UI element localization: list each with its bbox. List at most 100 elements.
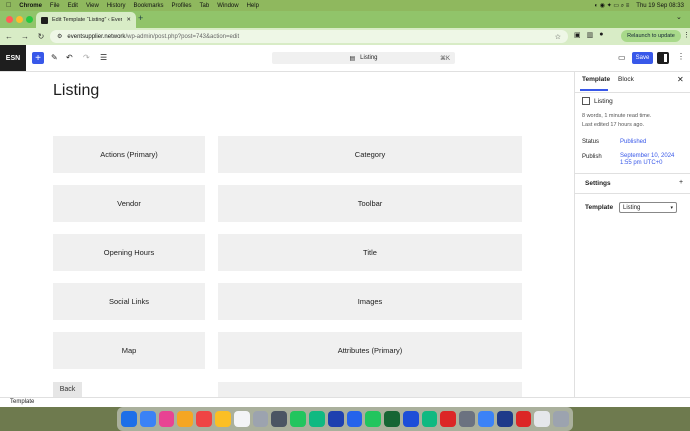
menubar-clock[interactable]: Thu 19 Sep 08:33 xyxy=(636,3,684,9)
block-attributes-primary[interactable]: Attributes (Primary) xyxy=(218,332,522,369)
bookmark-star-icon[interactable]: ☆ xyxy=(555,33,561,41)
url-host: eventsupplier.network xyxy=(67,33,126,40)
menu-file[interactable]: File xyxy=(50,3,60,9)
block-category[interactable]: Category xyxy=(218,136,522,173)
wordpress-favicon-icon xyxy=(41,16,48,24)
block-title[interactable]: Title xyxy=(218,234,522,271)
status-label: Status xyxy=(582,139,600,145)
settings-panel-title[interactable]: Settings xyxy=(585,180,611,187)
tab-search-chevron-icon[interactable]: ⌄ xyxy=(676,13,682,21)
dock-app-icon[interactable] xyxy=(534,411,551,427)
menu-tab[interactable]: Tab xyxy=(200,3,210,9)
list-view-icon[interactable]: ☰ xyxy=(100,53,107,62)
forward-arrow-icon[interactable]: → xyxy=(21,32,29,41)
command-palette-bar[interactable]: ▤ Listing ⌘K xyxy=(272,52,455,64)
site-info-icon[interactable]: ⚙ xyxy=(57,33,62,40)
dock-app-icon[interactable] xyxy=(346,411,363,427)
template-select-label: Template xyxy=(585,204,614,211)
dock-app-icon[interactable] xyxy=(478,411,494,427)
block-opening-hours[interactable]: Opening Hours xyxy=(53,234,205,271)
pencil-tools-icon[interactable]: ✎ xyxy=(51,53,58,62)
preview-device-icon[interactable]: ▭ xyxy=(618,53,626,62)
template-document-icon: ▤ xyxy=(349,55,356,62)
dock-app-icon[interactable] xyxy=(139,411,156,427)
dock-app-icon[interactable] xyxy=(308,411,325,427)
dock-app-icon[interactable] xyxy=(196,411,212,427)
close-tab-icon[interactable]: ✕ xyxy=(126,17,131,23)
status-value[interactable]: Published xyxy=(620,139,646,145)
dock-app-icon[interactable] xyxy=(327,411,344,427)
sidepanel-icon[interactable]: ▥ xyxy=(587,31,594,39)
dock-app-icon[interactable] xyxy=(459,411,476,427)
dock-app-icon[interactable] xyxy=(290,411,306,427)
dock-app-icon[interactable] xyxy=(553,411,570,427)
redo-icon[interactable]: ↷ xyxy=(83,53,90,62)
address-bar[interactable]: ⚙ eventsupplier.network/wp-admin/post.ph… xyxy=(50,30,568,43)
close-sidebar-icon[interactable]: ✕ xyxy=(677,75,684,84)
menu-history[interactable]: History xyxy=(107,3,126,9)
dock-app-icon[interactable] xyxy=(384,411,400,427)
block-social-links[interactable]: Social Links xyxy=(53,283,205,320)
sidebar-divider xyxy=(574,72,575,397)
dock-app-icon[interactable] xyxy=(233,411,250,427)
dock-app-icon[interactable] xyxy=(177,411,194,427)
options-menu-icon[interactable]: ⋮ xyxy=(677,52,685,61)
dock-app-icon[interactable] xyxy=(271,411,288,427)
breadcrumb-template[interactable]: Template xyxy=(10,399,34,405)
menu-edit[interactable]: Edit xyxy=(68,3,78,9)
template-select-value: Listing xyxy=(623,204,641,211)
dock-app-icon[interactable] xyxy=(402,411,419,427)
command-title: Listing xyxy=(360,55,378,61)
block-toolbar[interactable]: Toolbar xyxy=(218,185,522,222)
publish-date[interactable]: September 10, 2024 xyxy=(620,153,674,159)
dock-app-icon[interactable] xyxy=(158,411,175,427)
extension-icon[interactable]: ▣ xyxy=(574,31,581,39)
dock-app-icon[interactable] xyxy=(120,411,137,427)
dock-app-icon[interactable] xyxy=(496,411,513,427)
back-arrow-icon[interactable]: ← xyxy=(5,32,13,41)
back-button[interactable]: Back xyxy=(53,382,82,397)
block-vendor[interactable]: Vendor xyxy=(53,185,205,222)
template-icon xyxy=(582,97,590,105)
expand-settings-icon[interactable]: + xyxy=(679,179,683,186)
dock-app-icon[interactable] xyxy=(252,411,269,427)
dock-app-icon[interactable] xyxy=(515,411,532,427)
menu-help[interactable]: Help xyxy=(247,3,259,9)
page-title[interactable]: Listing xyxy=(53,82,99,100)
apple-icon[interactable]:  xyxy=(6,2,11,9)
reload-icon[interactable]: ↻ xyxy=(37,32,45,41)
menu-profiles[interactable]: Profiles xyxy=(172,3,192,9)
menu-window[interactable]: Window xyxy=(217,3,238,9)
undo-icon[interactable]: ↶ xyxy=(66,53,73,62)
dock-app-icon[interactable] xyxy=(214,411,231,427)
menu-view[interactable]: View xyxy=(86,3,99,9)
block-images[interactable]: Images xyxy=(218,283,522,320)
tab-block[interactable]: Block xyxy=(618,76,634,83)
site-logo[interactable]: ESN xyxy=(0,45,26,71)
new-tab-icon[interactable]: + xyxy=(138,13,143,23)
menu-app-name[interactable]: Chrome xyxy=(19,3,42,9)
menu-bookmarks[interactable]: Bookmarks xyxy=(134,3,164,9)
settings-sidebar-toggle-icon[interactable] xyxy=(657,52,669,64)
save-button[interactable]: Save xyxy=(632,52,653,64)
relaunch-button[interactable]: Relaunch to update xyxy=(621,30,681,42)
status-icons[interactable]: ◐ ◉ ✦ ▭ ⌕ ≡ xyxy=(595,2,630,10)
browser-tab[interactable]: Edit Template “Listing” ‹ Even… ✕ xyxy=(36,12,136,28)
profile-avatar-icon[interactable]: ● xyxy=(599,31,603,39)
template-select[interactable]: Listing ▾ xyxy=(619,202,677,213)
dock-app-icon[interactable] xyxy=(421,411,438,427)
dock-app-icon[interactable] xyxy=(440,411,457,427)
publish-time[interactable]: 1:55 pm UTC+0 xyxy=(620,160,663,166)
template-name: Listing xyxy=(594,98,613,105)
add-block-button[interactable]: + xyxy=(32,52,44,64)
block-partial[interactable] xyxy=(218,382,522,397)
close-window-icon[interactable] xyxy=(6,16,13,23)
dock-app-icon[interactable] xyxy=(365,411,382,427)
tab-title: Edit Template “Listing” ‹ Even… xyxy=(52,17,123,23)
zoom-window-icon[interactable] xyxy=(26,16,33,23)
minimize-window-icon[interactable] xyxy=(16,16,23,23)
block-map[interactable]: Map xyxy=(53,332,205,369)
tab-template[interactable]: Template xyxy=(582,76,610,83)
block-actions-primary[interactable]: Actions (Primary) xyxy=(53,136,205,173)
chrome-menu-icon[interactable]: ⋮ xyxy=(683,31,690,39)
